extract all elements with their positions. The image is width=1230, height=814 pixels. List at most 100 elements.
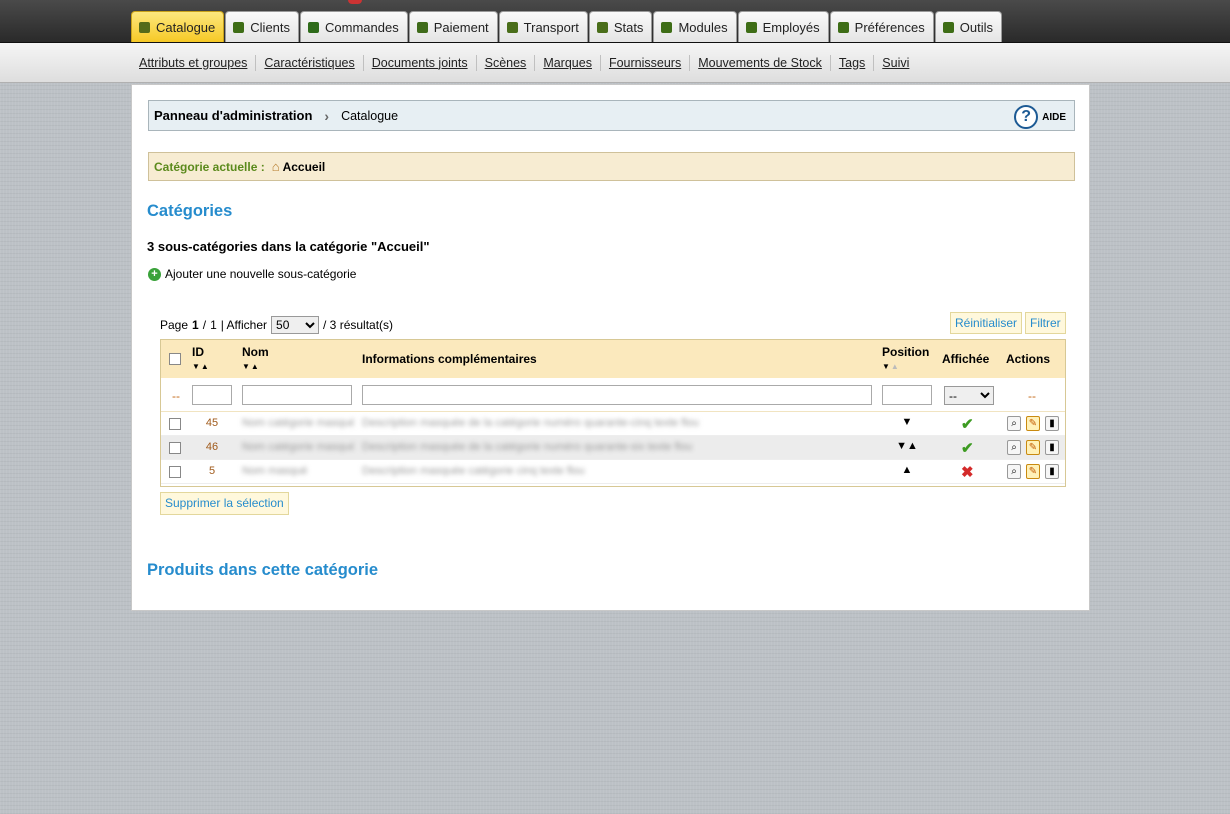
view-icon[interactable]: ⌕ — [1007, 416, 1021, 431]
add-subcategory-link[interactable]: + Ajouter une nouvelle sous-catégorie — [148, 267, 356, 281]
row-checkbox[interactable] — [169, 442, 181, 454]
subnav-link[interactable]: Tags — [831, 54, 875, 71]
subnav-link[interactable]: Caractéristiques — [256, 54, 364, 71]
disabled-cross-icon[interactable]: ✖ — [961, 463, 974, 481]
view-icon[interactable]: ⌕ — [1007, 440, 1021, 455]
col-actions-header: Actions — [1006, 352, 1051, 366]
table-row[interactable]: 5 Nom masqué Description masquée catégorie… — [161, 460, 1065, 484]
tools-icon — [942, 21, 954, 33]
filter-info-input[interactable] — [362, 385, 872, 405]
subnav-link[interactable]: Fournisseurs — [601, 54, 691, 71]
help-label: AIDE — [1042, 111, 1066, 123]
show-label: | Afficher — [220, 318, 268, 332]
current-category-bar: Catégorie actuelle : ⌂ Accueil — [148, 152, 1075, 181]
chart-icon — [596, 21, 608, 33]
sort-name-arrows-icon[interactable]: ▼▲ — [242, 362, 260, 371]
tab-label: Catalogue — [156, 19, 216, 35]
home-icon: ⌂ — [271, 159, 280, 174]
table-row[interactable]: 45 Nom catégorie masqué Description masqué… — [161, 412, 1065, 436]
enabled-check-icon[interactable]: ✔ — [961, 439, 974, 457]
filter-button[interactable]: Filtrer — [1025, 312, 1066, 334]
table-header: ID ▼▲ Nom ▼▲ Informations complémentaire… — [161, 340, 1065, 378]
tab-clients[interactable]: Clients — [225, 11, 300, 42]
select-all-checkbox[interactable] — [169, 353, 181, 365]
col-position-header: Position — [882, 345, 930, 359]
col-id-header: ID — [192, 345, 204, 359]
row-id: 5 — [208, 465, 216, 477]
tab-transport[interactable]: Transport — [498, 11, 588, 42]
puzzle-icon — [661, 21, 673, 33]
subnav-link[interactable]: Marques — [535, 54, 601, 71]
subnav-link[interactable]: Scènes — [477, 54, 536, 71]
filter-row: -- -- -- — [161, 378, 1065, 412]
tab-stats[interactable]: Stats — [588, 11, 653, 42]
tab-label: Employés — [762, 19, 820, 35]
sub-navigation: Attributs et groupes Caractéristiques Docu… — [0, 43, 1230, 83]
filter-name-input[interactable] — [242, 385, 352, 405]
tab-paiement[interactable]: Paiement — [408, 11, 498, 42]
tab-employes[interactable]: Employés — [737, 11, 829, 42]
edit-icon[interactable]: ✎ — [1026, 464, 1040, 479]
pagination: Page 1 / 1 | Afficher 50 / 3 résultat(s) — [160, 316, 393, 334]
filter-position-input[interactable] — [882, 385, 932, 405]
view-icon[interactable]: ⌕ — [1007, 464, 1021, 479]
sort-id-arrows-icon[interactable]: ▼▲ — [192, 362, 210, 371]
row-position-arrows-icon[interactable]: ▼ — [883, 416, 931, 428]
filter-shown-select[interactable]: -- — [944, 386, 994, 405]
products-title: Produits dans cette catégorie — [147, 561, 379, 579]
per-page-select[interactable]: 50 — [271, 316, 320, 334]
categories-title: Catégories — [147, 202, 233, 220]
edit-icon[interactable]: ✎ — [1026, 416, 1040, 431]
current-category-value[interactable]: Accueil — [283, 160, 326, 174]
tab-outils[interactable]: Outils — [934, 11, 1002, 42]
total-pages: 1 — [210, 318, 217, 332]
row-actions: ⌕ ✎ ▮ — [1007, 416, 1059, 431]
add-subcategory-label: Ajouter une nouvelle sous-catégorie — [165, 267, 357, 281]
page-label: Page — [160, 318, 189, 332]
row-checkbox[interactable] — [169, 466, 181, 478]
row-position-arrows-icon[interactable]: ▼▲ — [883, 440, 931, 452]
tab-catalogue[interactable]: Catalogue — [131, 11, 225, 42]
filter-dash: -- — [172, 389, 180, 403]
delete-icon[interactable]: ▮ — [1045, 440, 1059, 455]
subnav-link[interactable]: Suivi — [874, 55, 917, 71]
help-button[interactable]: ? AIDE — [1014, 105, 1066, 129]
delete-icon[interactable]: ▮ — [1045, 416, 1059, 431]
tab-label: Paiement — [433, 19, 489, 35]
book-icon — [139, 21, 150, 33]
row-actions: ⌕ ✎ ▮ — [1007, 464, 1059, 479]
tab-label: Transport — [523, 19, 579, 35]
tab-label: Clients — [250, 19, 291, 35]
building-icon — [745, 21, 757, 33]
row-id: 45 — [205, 417, 219, 429]
tab-commandes[interactable]: Commandes — [300, 11, 408, 42]
edit-icon[interactable]: ✎ — [1026, 440, 1040, 455]
tab-label: Outils — [959, 19, 993, 35]
subnav-link[interactable]: Attributs et groupes — [131, 54, 257, 71]
row-position-arrows-icon[interactable]: ▲ — [883, 464, 931, 476]
subnav-link[interactable]: Documents joints — [364, 54, 477, 71]
sort-position-arrows-icon[interactable]: ▼▲ — [882, 362, 900, 371]
reset-button[interactable]: Réinitialiser — [950, 312, 1023, 334]
filter-id-input[interactable] — [192, 385, 232, 405]
row-actions: ⌕ ✎ ▮ — [1007, 440, 1059, 455]
subnav-link[interactable]: Mouvements de Stock — [690, 54, 831, 71]
breadcrumb-root[interactable]: Panneau d'administration — [154, 108, 312, 123]
row-checkbox[interactable] — [169, 418, 181, 430]
enabled-check-icon[interactable]: ✔ — [961, 415, 974, 433]
delete-icon[interactable]: ▮ — [1045, 464, 1059, 479]
breadcrumb-separator-icon: › — [324, 107, 330, 124]
tab-modules[interactable]: Modules — [653, 11, 737, 42]
row-name: Nom catégorie masqué — [242, 441, 354, 453]
row-name: Nom masqué — [242, 465, 308, 477]
tab-label: Préférences — [854, 19, 925, 35]
delete-selection-button[interactable]: Supprimer la sélection — [160, 492, 289, 515]
tab-preferences[interactable]: Préférences — [829, 11, 934, 42]
categories-table: ID ▼▲ Nom ▼▲ Informations complémentaire… — [160, 339, 1066, 487]
row-info: Description masquée catégorie cinq texte… — [362, 465, 585, 477]
current-category-label: Catégorie actuelle : — [154, 159, 265, 174]
table-row[interactable]: 46 Nom catégorie masqué Description masqué… — [161, 436, 1065, 460]
cart-icon — [308, 21, 320, 33]
sliders-icon — [837, 21, 849, 33]
row-name: Nom catégorie masqué — [242, 417, 354, 429]
